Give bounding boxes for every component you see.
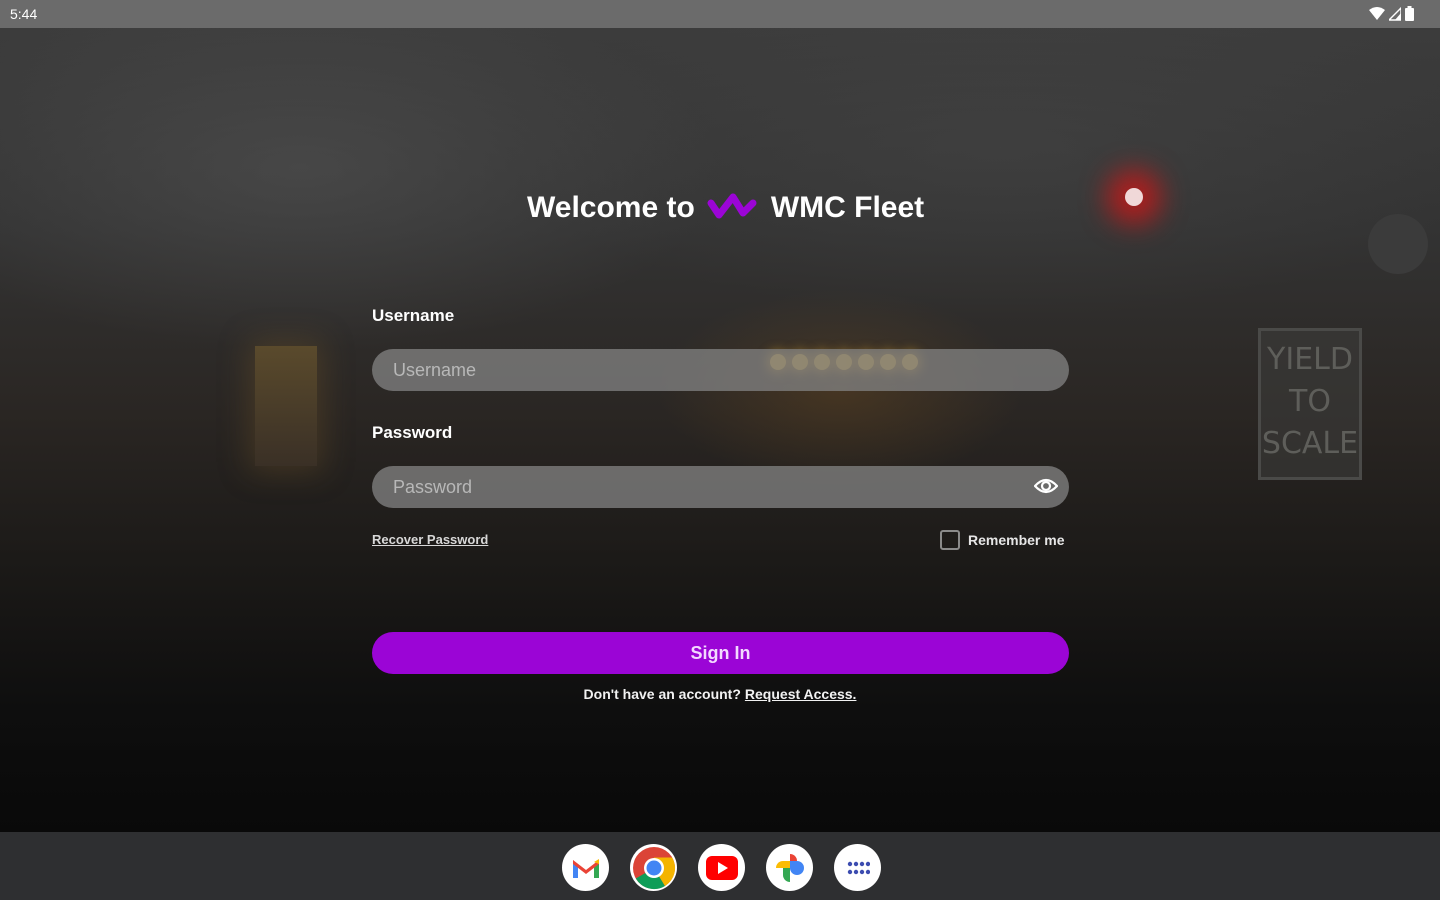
youtube-icon[interactable] — [698, 844, 745, 891]
request-access-row: Don't have an account? Request Access. — [0, 686, 1440, 702]
photos-icon[interactable] — [766, 844, 813, 891]
username-label: Username — [372, 306, 455, 325]
password-input[interactable] — [372, 466, 1069, 508]
username-input[interactable] — [372, 349, 1069, 391]
wifi-icon — [1369, 6, 1385, 20]
recover-password-link[interactable]: Recover Password — [372, 532, 488, 547]
status-bar: 5:44 — [0, 0, 1440, 28]
background-truck-photo: YIELD TO SCALE — [0, 28, 1440, 832]
app-name: WMC Fleet — [770, 191, 925, 224]
app-dock — [0, 832, 1440, 900]
welcome-heading: Welcome to WMC Fleet — [527, 186, 924, 230]
dock-icons — [562, 844, 881, 891]
request-access-link[interactable]: Request Access. — [745, 686, 857, 702]
sign-in-button[interactable]: Sign In — [372, 632, 1069, 674]
remember-me-checkbox[interactable] — [940, 530, 960, 550]
eye-icon — [1034, 478, 1058, 494]
no-account-text: Don't have an account? — [583, 686, 741, 702]
password-label: Password — [372, 423, 453, 442]
yield-to-scale-sign: YIELD TO SCALE — [1258, 328, 1362, 480]
wmc-logo-icon — [707, 193, 757, 219]
signal-icon — [1389, 6, 1401, 21]
show-password-button[interactable] — [1033, 473, 1059, 499]
background-left-box — [255, 346, 317, 466]
background-mirror — [1368, 214, 1428, 274]
app-drawer-icon[interactable] — [834, 844, 881, 891]
traffic-light — [1125, 188, 1143, 206]
welcome-text: Welcome to — [527, 191, 695, 224]
remember-me-toggle[interactable]: Remember me — [940, 530, 1065, 550]
remember-me-label: Remember me — [968, 532, 1065, 548]
battery-icon — [1405, 6, 1414, 21]
chrome-icon[interactable] — [630, 844, 677, 891]
status-time: 5:44 — [10, 6, 38, 22]
gmail-icon[interactable] — [562, 844, 609, 891]
status-icons — [1369, 6, 1414, 21]
